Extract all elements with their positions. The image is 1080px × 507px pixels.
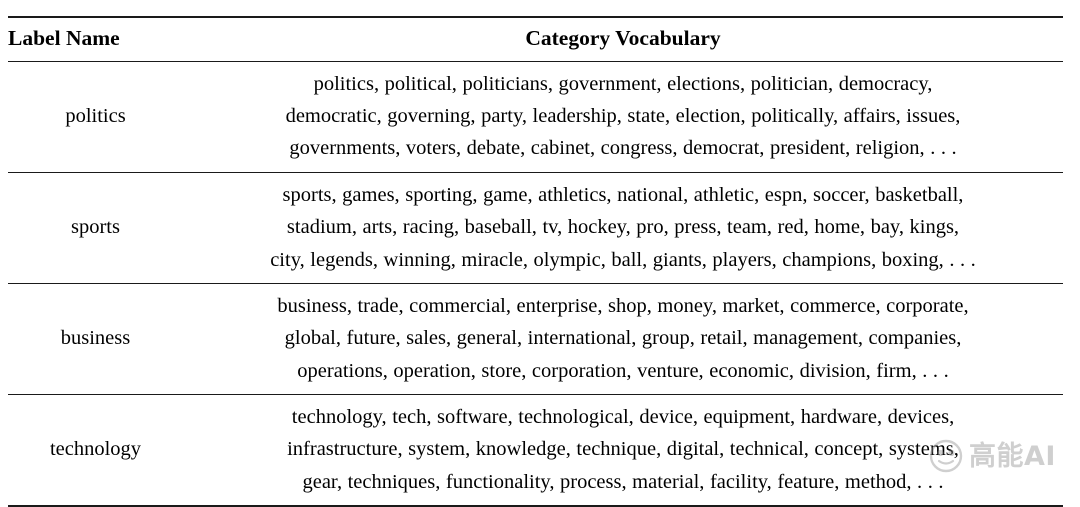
vocabulary-cell-technology: technology, tech, software, technologica…	[183, 394, 1063, 507]
table-row: sports sports, games, sporting, game, at…	[8, 172, 1063, 284]
label-cell-business: business	[8, 283, 183, 396]
vocabulary-line: global, future, sales, general, internat…	[284, 327, 962, 350]
label-cell-technology: technology	[8, 394, 183, 507]
column-header-category-vocabulary: Category Vocabulary	[183, 15, 1063, 62]
table-row: technology technology, tech, software, t…	[8, 394, 1063, 507]
vocabulary-line: infrastructure, system, knowledge, techn…	[287, 438, 959, 461]
vocabulary-line: governments, voters, debate, cabinet, co…	[289, 137, 957, 160]
label-cell-sports: sports	[8, 172, 183, 284]
table-body: politics politics, political, politician…	[8, 61, 1063, 507]
vocabulary-line: democratic, governing, party, leadership…	[285, 105, 961, 128]
vocabulary-cell-business: business, trade, commercial, enterprise,…	[183, 283, 1063, 396]
vocabulary-line: city, legends, winning, miracle, olympic…	[270, 248, 976, 271]
vocabulary-line: operations, operation, store, corporatio…	[297, 359, 949, 382]
table-header: Label Name Category Vocabulary	[8, 15, 1063, 62]
label-cell-politics: politics	[8, 61, 183, 173]
vocabulary-line: technology, tech, software, technologica…	[291, 406, 955, 429]
vocabulary-line: stadium, arts, racing, baseball, tv, hoc…	[286, 216, 960, 239]
table-page: Label Name Category Vocabulary politics …	[0, 0, 1080, 507]
table-row: politics politics, political, politician…	[8, 61, 1063, 173]
vocabulary-line: gear, techniques, functionality, process…	[302, 470, 944, 493]
column-header-label-name: Label Name	[8, 15, 183, 62]
vocabulary-line: sports, games, sporting, game, athletics…	[282, 183, 964, 206]
vocabulary-line: business, trade, commercial, enterprise,…	[277, 294, 969, 317]
vocabulary-cell-politics: politics, political, politicians, govern…	[183, 61, 1063, 173]
header-row: Label Name Category Vocabulary	[8, 15, 1063, 62]
category-vocabulary-table: Label Name Category Vocabulary politics …	[8, 15, 1063, 507]
vocabulary-line: politics, political, politicians, govern…	[313, 72, 933, 95]
table-row: business business, trade, commercial, en…	[8, 283, 1063, 396]
vocabulary-cell-sports: sports, games, sporting, game, athletics…	[183, 172, 1063, 284]
